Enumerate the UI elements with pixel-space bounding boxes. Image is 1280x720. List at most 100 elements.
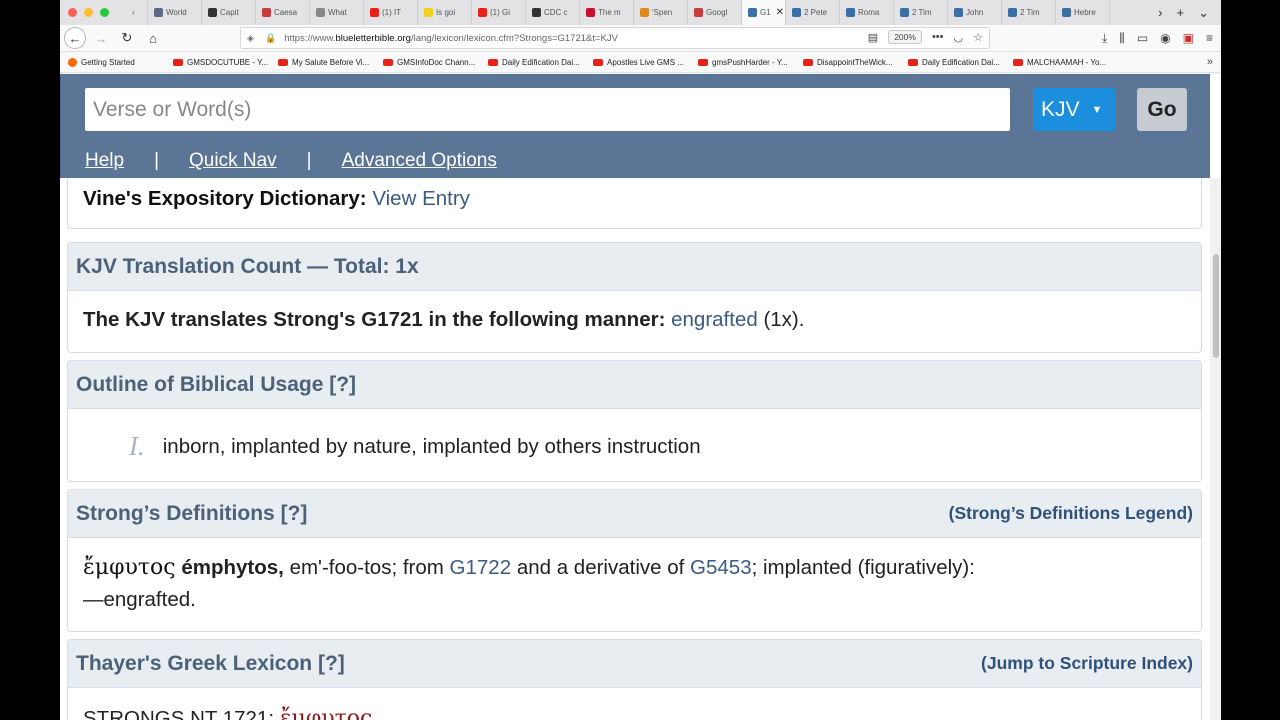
thayer-help-link[interactable]: [?] [318, 652, 345, 675]
g5453-link[interactable]: G5453 [690, 556, 752, 579]
strongs-help-link[interactable]: [?] [281, 502, 308, 525]
bookmark-item[interactable]: Daily Edification Dai... [908, 58, 1005, 67]
page-scrollbar[interactable] [1210, 178, 1221, 720]
tab-favicon-icon [640, 8, 649, 17]
bookmark-item[interactable]: Daily Edification Dai... [488, 58, 585, 67]
outline-help-link[interactable]: [?] [329, 373, 356, 396]
browser-tab[interactable]: Roma [840, 0, 894, 25]
zoom-level-badge[interactable]: 200% [888, 30, 922, 44]
g1722-link[interactable]: G1722 [450, 556, 512, 579]
account-icon[interactable]: ◉ [1160, 31, 1170, 46]
firefox-icon [68, 58, 77, 67]
zoom-window-button[interactable] [100, 8, 109, 17]
vine-dictionary-card: Vine's Expository Dictionary: View Entry [67, 178, 1202, 229]
tab-label: CDC c [544, 8, 568, 17]
url-text[interactable]: https://www.blueletterbible.org/lang/lex… [284, 33, 618, 44]
tab-favicon-icon [694, 8, 703, 17]
browser-tab[interactable]: 'Spen [634, 0, 688, 25]
tab-label: What [328, 8, 347, 17]
engrafted-link[interactable]: engrafted [671, 308, 758, 331]
quick-nav-link[interactable]: Quick Nav [189, 150, 277, 172]
new-tab-button[interactable]: + [1177, 5, 1185, 20]
jump-to-scripture-link[interactable]: (Jump to Scripture Index) [981, 653, 1193, 674]
greek-word: ἔμφυτος [83, 555, 176, 580]
verse-search-input[interactable] [85, 88, 1010, 131]
reader-view-icon[interactable]: ▤ [868, 31, 878, 44]
bookmark-item[interactable]: gmsPushHarder - Y... [698, 58, 795, 67]
bookmark-item[interactable]: GMSDOCUTUBE - Y... [173, 58, 270, 67]
browser-tab[interactable]: (1) Gi [472, 0, 526, 25]
forward-button[interactable]: → [90, 27, 112, 49]
downloads-icon[interactable]: ⤓ [1102, 31, 1107, 46]
reload-button[interactable]: ↻ [116, 27, 138, 49]
version-dropdown[interactable]: KJV ▼ [1033, 88, 1115, 131]
bookmark-item[interactable]: My Salute Before Vi... [278, 58, 375, 67]
thayer-title: Thayer's Greek Lexicon [76, 651, 313, 675]
bookmark-star-icon[interactable]: ☆ [973, 31, 983, 44]
divider: | [154, 150, 160, 171]
tab-favicon-icon [1008, 8, 1017, 17]
browser-tab[interactable]: John [948, 0, 1002, 25]
bookmarks-overflow-icon[interactable]: » [1207, 56, 1213, 68]
tab-favicon-icon [954, 8, 963, 17]
help-link[interactable]: Help [85, 150, 124, 172]
go-button[interactable]: Go [1137, 88, 1187, 131]
kjv-translation-count-card: KJV Translation Count — Total: 1x The KJ… [67, 242, 1202, 353]
browser-tab[interactable]: World [148, 0, 202, 25]
definition-text: ; implanted (figuratively): [751, 556, 975, 579]
tab-list-chevron-down-icon[interactable]: ⌄ [1198, 5, 1209, 21]
bookmark-item[interactable]: GMSInfoDoc Chann... [383, 58, 480, 67]
scrollbar-thumb[interactable] [1213, 254, 1219, 358]
tab-favicon-icon [532, 8, 541, 17]
browser-window: ‹ World Capit Caesa What (1) IT Is goi (1) Gi C… [60, 0, 1221, 720]
search-links: Help | Quick Nav | Advanced Options [85, 150, 497, 172]
tab-label: Hebre [1074, 8, 1096, 17]
back-button[interactable]: ← [64, 27, 86, 49]
close-window-button[interactable] [68, 8, 77, 17]
version-label: KJV [1041, 97, 1080, 121]
browser-tab[interactable]: Googl [688, 0, 742, 25]
browser-tab[interactable]: Caesa [256, 0, 310, 25]
bookmark-item[interactable]: Getting Started [68, 58, 165, 67]
strongs-legend-link[interactable]: (Strong’s Definitions Legend) [949, 503, 1193, 524]
pocket-icon[interactable]: ◡ [954, 31, 964, 44]
thayer-entry-label: STRONGS NT 1721: [83, 707, 275, 720]
browser-tab[interactable]: Capit [202, 0, 256, 25]
tab-favicon-icon [748, 8, 757, 17]
browser-tab[interactable]: 2 Pete [786, 0, 840, 25]
bookmark-label: GMSInfoDoc Chann... [397, 58, 476, 67]
address-bar[interactable]: ◈ 🔒 https://www.blueletterbible.org/lang… [240, 27, 990, 49]
vine-label: Vine's Expository Dictionary: [83, 187, 367, 210]
browser-tab[interactable]: Is goi [418, 0, 472, 25]
browser-tab[interactable]: (1) IT [364, 0, 418, 25]
extension-icon[interactable]: ▣ [1183, 31, 1194, 46]
sidebar-icon[interactable]: ▭ [1137, 31, 1148, 46]
library-icon[interactable]: ⫼ [1119, 31, 1125, 46]
page-actions-icon[interactable]: ••• [932, 31, 944, 43]
bookmark-item[interactable]: Apostles Live GMS ... [593, 58, 690, 67]
youtube-icon [278, 59, 288, 66]
view-entry-link[interactable]: View Entry [372, 187, 470, 210]
bookmark-label: My Salute Before Vi... [292, 58, 370, 67]
bookmark-label: Apostles Live GMS ... [607, 58, 684, 67]
tab-scroll-right[interactable]: › [1158, 5, 1162, 20]
bookmark-label: GMSDOCUTUBE - Y... [187, 58, 269, 67]
browser-tab[interactable]: The m [580, 0, 634, 25]
browser-tab[interactable]: 2 Tim [894, 0, 948, 25]
tab-strip: World Capit Caesa What (1) IT Is goi (1) Gi CDC… [148, 0, 1146, 25]
lock-icon[interactable]: 🔒 [265, 33, 276, 44]
browser-tab[interactable]: Hebre [1056, 0, 1110, 25]
browser-tab[interactable]: What [310, 0, 364, 25]
home-button[interactable]: ⌂ [142, 27, 164, 49]
browser-tab[interactable]: CDC c [526, 0, 580, 25]
close-tab-icon[interactable]: ✕ [776, 7, 784, 18]
bookmark-item[interactable]: DisappointTheWick... [803, 58, 900, 67]
browser-tab[interactable]: 2 Tim [1002, 0, 1056, 25]
advanced-options-link[interactable]: Advanced Options [342, 150, 497, 172]
minimize-window-button[interactable] [84, 8, 93, 17]
shield-icon[interactable]: ◈ [247, 33, 257, 44]
tab-scroll-left[interactable]: ‹ [126, 0, 148, 25]
bookmark-item[interactable]: MALCHAAMAH - Yo... [1013, 58, 1110, 67]
tab-active[interactable]: G1 ✕ [742, 0, 786, 25]
menu-icon[interactable]: ≡ [1206, 31, 1213, 46]
